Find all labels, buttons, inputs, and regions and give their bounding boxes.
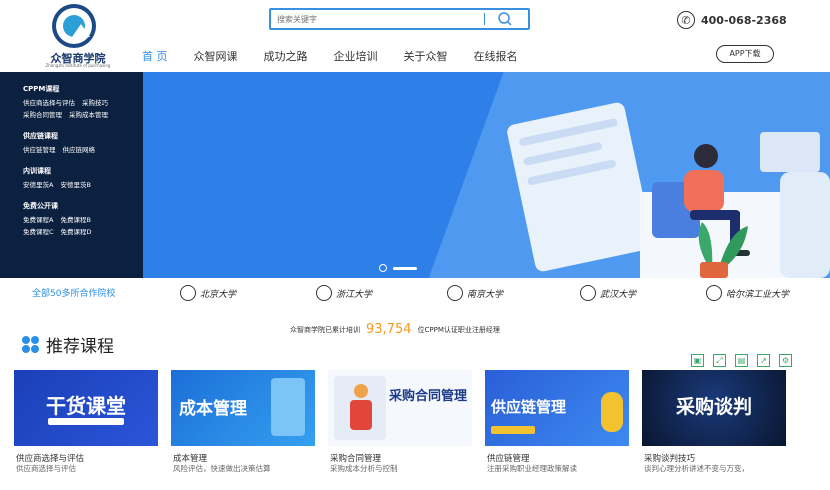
- course-description: 风险评估，快速做出决策估算: [173, 464, 271, 473]
- menu-group-title: CPPM课程: [23, 85, 60, 93]
- menu-link[interactable]: 免费课程B: [60, 216, 90, 224]
- settings-icon[interactable]: ⚙: [779, 354, 792, 367]
- nav-corporate-training[interactable]: 企业培训: [334, 46, 378, 68]
- stats-suffix: 位CPPM认证职业注册经理: [417, 325, 500, 334]
- search-divider: [484, 13, 485, 25]
- main-nav: 首 页 众智网课 成功之路 企业培训 关于众智 在线报名: [142, 46, 544, 68]
- course-card[interactable]: 采购合同管理 采购合同管理 采购成本分析与控制: [328, 370, 472, 490]
- section-title-text: 推荐课程: [46, 337, 114, 357]
- course-description: 谈判心理分析讲述不变与万变，: [644, 464, 749, 473]
- menu-group-title: 免费公开课: [23, 202, 58, 210]
- stats-number: 93,754: [366, 322, 412, 337]
- training-stats: 众智商学院已累计培训 93,754 位CPPM认证职业注册经理: [290, 322, 500, 337]
- thumbnail-text: 干货课堂: [46, 394, 126, 418]
- menu-link[interactable]: 免费课程D: [61, 228, 92, 236]
- thumbnail-text: 采购谈判: [675, 396, 752, 418]
- search-button[interactable]: [493, 10, 517, 28]
- course-thumbnail: 采购合同管理: [328, 370, 472, 446]
- course-thumbnail: 干货课堂: [14, 370, 158, 446]
- nav-online-signup[interactable]: 在线报名: [474, 46, 518, 68]
- phone-contact: ✆ 400-068-2368: [677, 10, 787, 30]
- nav-about[interactable]: 关于众智: [404, 46, 448, 68]
- carousel-indicators: [379, 264, 417, 272]
- university-logo[interactable]: 武汉大学: [580, 283, 636, 303]
- course-category-menu: CPPM课程 供应商选择与评估 采购技巧 采购合同管理 采购成本管理 供应链课程 供…: [0, 72, 143, 278]
- menu-link[interactable]: 供应链管理: [23, 146, 56, 154]
- university-logo[interactable]: 南京大学: [447, 283, 503, 303]
- thumbnail-text: 采购合同管理: [388, 389, 467, 404]
- menu-group-title: 供应链课程: [23, 132, 58, 140]
- all-partners-link[interactable]: 全部50多所合作院校: [32, 286, 115, 299]
- course-card[interactable]: 采购谈判 采购谈判技巧 谈判心理分析讲述不变与万变，: [642, 370, 786, 490]
- university-seal-icon: [580, 285, 596, 301]
- search-icon: [498, 12, 512, 26]
- share-icon[interactable]: ↗: [757, 354, 770, 367]
- section-title: 推荐课程: [22, 332, 114, 357]
- university-logo[interactable]: 北京大学: [180, 283, 236, 303]
- phone-icon: ✆: [677, 11, 695, 29]
- university-seal-icon: [447, 285, 463, 301]
- menu-link[interactable]: 供应链网络: [63, 146, 96, 154]
- course-thumbnail: 采购谈判: [642, 370, 786, 446]
- clover-icon: [22, 335, 40, 354]
- carousel-dot-active[interactable]: [393, 266, 417, 270]
- university-seal-icon: [706, 285, 722, 301]
- menu-link[interactable]: 采购合同管理: [23, 111, 62, 119]
- stats-prefix: 众智商学院已累计培训: [290, 325, 360, 334]
- university-seal-icon: [316, 285, 332, 301]
- site-logo[interactable]: 众智商学院 Zhongzhi Institute of purchasing: [42, 4, 114, 68]
- nav-home[interactable]: 首 页: [142, 46, 168, 68]
- partner-universities: 全部50多所合作院校 北京大学 浙江大学 南京大学 武汉大学 哈尔滨工业大学: [0, 278, 830, 308]
- course-thumbnail: 成本管理: [171, 370, 315, 446]
- qr-code-icon[interactable]: ▣: [691, 354, 704, 367]
- nav-online-courses[interactable]: 众智网课: [194, 46, 238, 68]
- course-description: 采购成本分析与控制: [330, 464, 398, 473]
- menu-link[interactable]: 安德里茨A: [23, 181, 53, 189]
- menu-group-title: 内训课程: [23, 167, 51, 175]
- university-logo[interactable]: 哈尔滨工业大学: [706, 283, 789, 303]
- menu-link[interactable]: 采购技巧: [82, 99, 108, 107]
- logo-emblem: [52, 4, 96, 48]
- header: 众智商学院 Zhongzhi Institute of purchasing ✆…: [0, 0, 830, 72]
- search-box: [269, 8, 530, 30]
- university-seal-icon: [180, 285, 196, 301]
- side-toolbar: ▣ ⤢ ▤ ↗ ⚙: [682, 354, 792, 367]
- course-thumbnail: 供应链管理: [485, 370, 629, 446]
- expand-icon[interactable]: ⤢: [713, 354, 726, 367]
- menu-link[interactable]: 采购成本管理: [69, 111, 108, 119]
- menu-link[interactable]: 免费课程C: [23, 228, 54, 236]
- university-logo[interactable]: 浙江大学: [316, 283, 372, 303]
- menu-link[interactable]: 安德里茨B: [60, 181, 90, 189]
- search-input[interactable]: [277, 12, 477, 26]
- menu-link[interactable]: 供应商选择与评估: [23, 99, 75, 107]
- course-card[interactable]: 成本管理 成本管理 风险评估，快速做出决策估算: [171, 370, 315, 490]
- course-description: 注册采购职业经理政策解读: [487, 464, 577, 473]
- nav-success-path[interactable]: 成功之路: [264, 46, 308, 68]
- course-card[interactable]: 供应链管理 供应链管理 注册采购职业经理政策解读: [485, 370, 629, 490]
- course-description: 供应商选择与评估: [16, 464, 76, 473]
- app-download-button[interactable]: APP下载: [716, 45, 774, 63]
- logo-subtitle: Zhongzhi Institute of purchasing: [45, 63, 111, 68]
- hero-banner[interactable]: CPPM课程 供应商选择与评估 采购技巧 采购合同管理 采购成本管理 供应链课程 供…: [0, 72, 830, 278]
- phone-number: 400-068-2368: [701, 13, 787, 27]
- course-card[interactable]: 干货课堂 供应商选择与评估 供应商选择与评估: [14, 370, 158, 490]
- menu-link[interactable]: 免费课程A: [23, 216, 53, 224]
- save-icon[interactable]: ▤: [735, 354, 748, 367]
- carousel-dot[interactable]: [379, 264, 387, 272]
